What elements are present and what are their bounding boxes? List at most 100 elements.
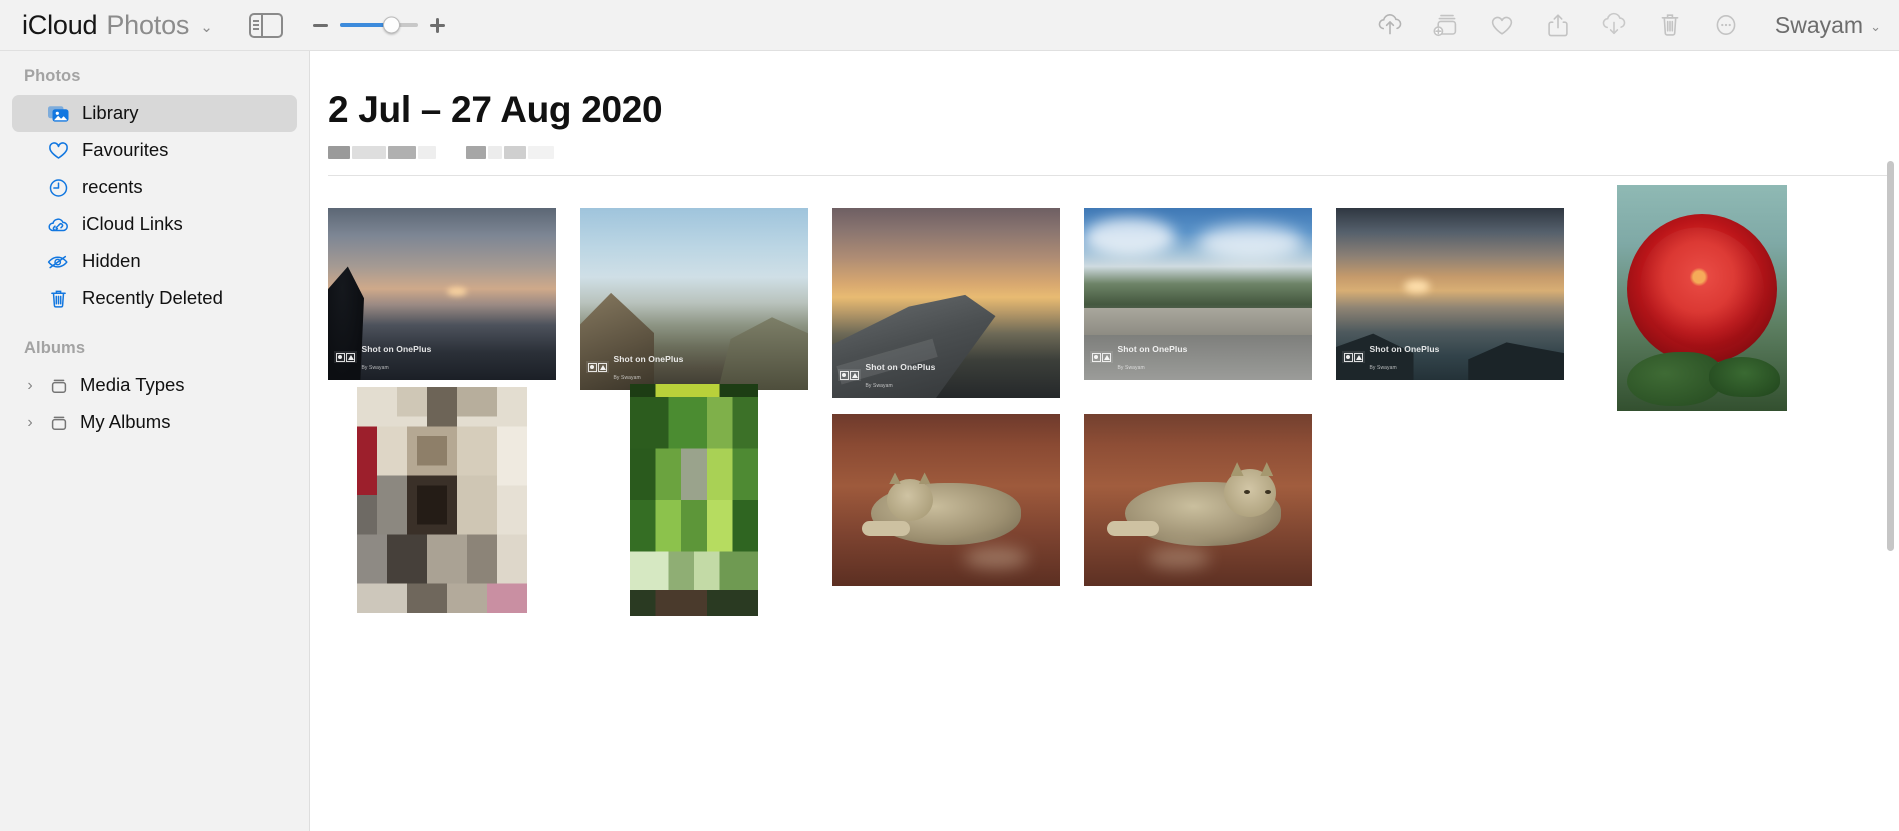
watermark-sub-text: By Swayam bbox=[865, 383, 893, 390]
photo-watermark: Shot on OnePlus By Swayam bbox=[838, 358, 935, 392]
sidebar-item-label: iCloud Links bbox=[82, 213, 183, 235]
sidebar-item-label: My Albums bbox=[80, 411, 171, 433]
redacted-block bbox=[352, 146, 386, 159]
photo-cell[interactable] bbox=[1084, 410, 1312, 590]
photo-cell[interactable]: Shot on OnePlus By Swayam bbox=[1336, 208, 1564, 388]
photo-cell[interactable] bbox=[832, 410, 1060, 590]
upload-to-icloud-icon[interactable] bbox=[1375, 10, 1405, 40]
sidebar-toggle-lines bbox=[251, 14, 263, 36]
brand-icloud-label: iCloud bbox=[22, 9, 98, 40]
delete-trash-icon[interactable] bbox=[1655, 10, 1685, 40]
chevron-down-icon[interactable]: ⌄ bbox=[200, 18, 213, 36]
redacted-block bbox=[328, 146, 350, 159]
app-body: Photos Library Favourites recents iCloud… bbox=[0, 51, 1899, 831]
zoom-slider[interactable] bbox=[339, 16, 418, 34]
cloud bbox=[1198, 225, 1303, 260]
photo-cell[interactable] bbox=[328, 387, 556, 613]
rose-petals-highlight bbox=[1621, 209, 1783, 369]
eye-slash-icon bbox=[46, 250, 70, 274]
sidebar-item-icloud-links[interactable]: iCloud Links bbox=[12, 206, 297, 243]
road-barrier bbox=[1084, 307, 1312, 336]
share-icon[interactable] bbox=[1543, 10, 1573, 40]
photo-coastal-sunset[interactable]: Shot on OnePlus By Swayam bbox=[1336, 208, 1564, 380]
photo-cell[interactable]: Shot on OnePlus By Swayam bbox=[328, 208, 556, 388]
download-icon[interactable] bbox=[1599, 10, 1629, 40]
redacted-group-2 bbox=[466, 146, 554, 159]
photo-cat-lying-down[interactable] bbox=[832, 414, 1060, 586]
cat-ear bbox=[918, 472, 931, 485]
redacted-block bbox=[466, 146, 486, 159]
trash-icon bbox=[46, 287, 70, 311]
zoom-in-icon[interactable] bbox=[429, 17, 445, 33]
cat-paw bbox=[1106, 520, 1159, 536]
photo-cell[interactable] bbox=[1588, 185, 1816, 411]
chevron-right-icon[interactable]: › bbox=[22, 414, 38, 432]
photo-blurred-portrait[interactable] bbox=[357, 387, 527, 613]
sidebar-item-label: Favourites bbox=[82, 139, 169, 161]
redacted-block bbox=[528, 146, 554, 159]
sidebar-item-recently-deleted[interactable]: Recently Deleted bbox=[12, 280, 297, 317]
zoom-out-icon[interactable] bbox=[312, 23, 328, 27]
watermark-main-text: Shot on OnePlus bbox=[1117, 344, 1188, 355]
sidebar: Photos Library Favourites recents iCloud… bbox=[0, 51, 310, 831]
chevron-right-icon[interactable]: › bbox=[22, 377, 38, 395]
photo-sunset-over-sea[interactable]: Shot on OnePlus By Swayam bbox=[328, 208, 556, 380]
watermark-main-text: Shot on OnePlus bbox=[1369, 344, 1440, 355]
brand-app-label: Photos bbox=[106, 9, 190, 40]
pixelated-overlay bbox=[630, 384, 758, 616]
more-options-icon[interactable] bbox=[1711, 10, 1741, 40]
rose-leaf bbox=[1708, 356, 1781, 398]
sidebar-item-my-albums[interactable]: › My Albums bbox=[12, 404, 297, 441]
account-name-label: Swayam bbox=[1774, 11, 1864, 38]
photo-watermark: Shot on OnePlus By Swayam bbox=[334, 340, 431, 374]
camera-badge-icon bbox=[586, 361, 609, 374]
photo-airplane-wing[interactable]: Shot on OnePlus By Swayam bbox=[832, 208, 1060, 398]
photo-cell[interactable] bbox=[580, 384, 808, 616]
zoom-slider-group bbox=[312, 16, 445, 34]
sidebar-item-hidden[interactable]: Hidden bbox=[12, 243, 297, 280]
right-ridge bbox=[718, 317, 808, 390]
cat-head bbox=[886, 479, 933, 522]
vertical-scrollbar[interactable] bbox=[1887, 161, 1894, 551]
clock-icon bbox=[46, 176, 70, 200]
rocks-right bbox=[1468, 342, 1564, 380]
redacted-subtitle bbox=[328, 146, 1899, 159]
photo-green-field-pixelated[interactable] bbox=[630, 384, 758, 616]
sidebar-item-label: Library bbox=[82, 102, 139, 124]
sidebar-section-photos-title: Photos bbox=[24, 67, 81, 85]
photo-grid: Shot on OnePlus By Swayam Shot on OnePlu… bbox=[328, 176, 1899, 616]
photo-mountain-road[interactable]: Shot on OnePlus By Swayam bbox=[1084, 208, 1312, 380]
sidebar-item-label: recents bbox=[82, 176, 143, 198]
watermark-sub-text: By Swayam bbox=[1117, 365, 1145, 372]
icloud-link-icon bbox=[46, 213, 70, 237]
photo-watermark: Shot on OnePlus By Swayam bbox=[586, 350, 683, 384]
photo-hillside-city-view[interactable]: Shot on OnePlus By Swayam bbox=[580, 208, 808, 390]
photo-red-rose[interactable] bbox=[1617, 185, 1787, 411]
app-brand[interactable]: iCloud Photos ⌄ bbox=[22, 10, 213, 41]
photo-cat-looking-at-camera[interactable] bbox=[1084, 414, 1312, 586]
chevron-down-icon: ⌄ bbox=[1870, 18, 1881, 34]
sidebar-item-favourites[interactable]: Favourites bbox=[12, 132, 297, 169]
sidebar-item-media-types[interactable]: › Media Types bbox=[12, 367, 297, 404]
redacted-block bbox=[418, 146, 436, 159]
sidebar-toggle-icon[interactable] bbox=[248, 12, 283, 38]
add-to-album-icon[interactable] bbox=[1431, 10, 1461, 40]
sun-glow bbox=[1404, 280, 1431, 294]
heart-icon bbox=[46, 139, 70, 163]
sidebar-item-recents[interactable]: recents bbox=[12, 169, 297, 206]
zoom-slider-knob[interactable] bbox=[383, 16, 401, 34]
cloud bbox=[1084, 218, 1176, 257]
sun-glow bbox=[446, 287, 467, 297]
photo-cell[interactable]: Shot on OnePlus By Swayam bbox=[1084, 208, 1312, 388]
watermark-sub-text: By Swayam bbox=[613, 375, 641, 382]
sidebar-item-library[interactable]: Library bbox=[12, 95, 297, 132]
account-menu[interactable]: Swayam ⌄ bbox=[1775, 12, 1881, 39]
sidebar-item-label: Media Types bbox=[80, 374, 185, 396]
library-icon bbox=[46, 102, 70, 126]
photo-cell[interactable]: Shot on OnePlus By Swayam bbox=[832, 208, 1060, 398]
watermark-sub-text: By Swayam bbox=[1369, 365, 1397, 372]
favourite-heart-icon[interactable] bbox=[1487, 10, 1517, 40]
photo-cell[interactable]: Shot on OnePlus By Swayam bbox=[580, 208, 808, 390]
toolbar-actions bbox=[1375, 10, 1741, 40]
